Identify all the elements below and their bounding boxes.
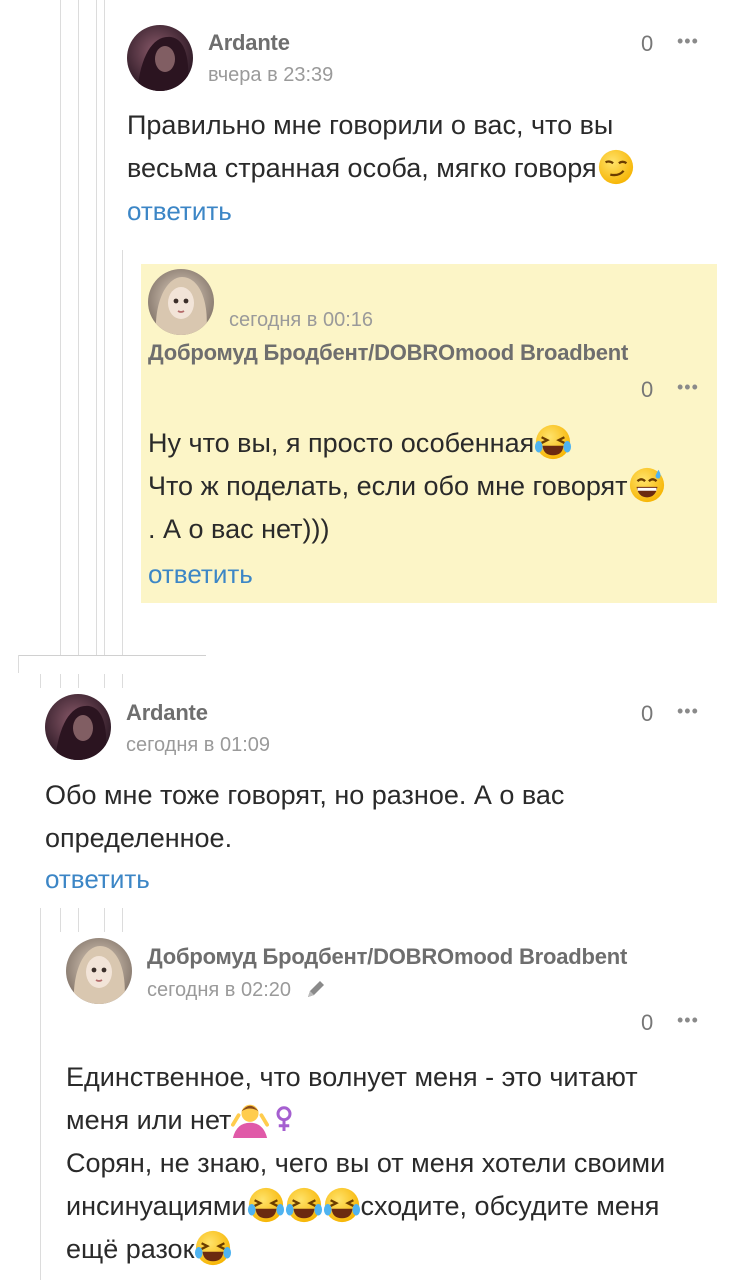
- laughing-tears-emoji-icon: [535, 424, 572, 460]
- thread-line: [96, 0, 97, 655]
- more-options-icon[interactable]: •••: [677, 377, 699, 398]
- comment-text: Ну что вы, я просто особенная Что ж поде…: [148, 422, 666, 551]
- comment-author[interactable]: Ardante: [208, 30, 290, 56]
- comment-text: Обо мне тоже говорят, но разное. А о вас…: [45, 774, 564, 860]
- thread-line: [60, 674, 61, 688]
- comment-rating: 0: [641, 377, 654, 402]
- thread-line: [60, 0, 61, 655]
- avatar-dark-hair-icon: [127, 25, 193, 91]
- comment-time[interactable]: сегодня в 00:16: [229, 309, 373, 332]
- pencil-icon[interactable]: [305, 978, 327, 1000]
- thread-line: [78, 0, 79, 655]
- avatar[interactable]: [45, 694, 111, 760]
- thread-line: [60, 908, 61, 932]
- thread-line: [122, 674, 123, 688]
- avatar[interactable]: [66, 938, 132, 1004]
- comment-author[interactable]: Ardante: [126, 700, 208, 726]
- comment-text-line: Ну что вы, я просто особенная: [148, 422, 666, 465]
- avatar-doll-icon: [66, 938, 132, 1004]
- reply-link[interactable]: ответить: [148, 559, 253, 590]
- shrug-emoji-icon: [231, 1104, 270, 1138]
- comment-time[interactable]: вчера в 23:39: [208, 64, 333, 87]
- avatar-dark-hair-icon: [45, 694, 111, 760]
- comment-text-line: определенное.: [45, 823, 233, 853]
- thread-line: [18, 655, 19, 673]
- laughing-tears-emoji-icon: [323, 1187, 360, 1223]
- comment-rating: 0: [641, 1010, 654, 1035]
- comment-author[interactable]: Добромуд Бродбент/DOBROmood Broadbent: [147, 944, 627, 970]
- comment-text-line: ещё разок: [66, 1228, 665, 1271]
- comment-text-line: . А о вас нет))): [148, 514, 330, 544]
- sweat-smile-emoji-icon: [629, 467, 664, 503]
- comment-time[interactable]: сегодня в 01:09: [126, 734, 270, 757]
- thread-branch: [18, 655, 206, 656]
- more-options-icon[interactable]: •••: [677, 1010, 699, 1031]
- avatar[interactable]: [127, 25, 193, 91]
- comment-author[interactable]: Добромуд Бродбент/DOBROmood Broadbent: [148, 340, 628, 366]
- comment-text-line: Что ж поделать, если обо мне говорят: [148, 465, 666, 508]
- laughing-tears-emoji-icon: [195, 1230, 232, 1266]
- comment-rating: 0: [641, 701, 654, 726]
- thread-line: [122, 908, 123, 932]
- more-options-icon[interactable]: •••: [677, 31, 699, 52]
- comment-text-line: Единственное, что волнует меня - это чит…: [66, 1062, 638, 1092]
- thread-line: [104, 0, 105, 655]
- smirk-emoji-icon: [598, 149, 633, 185]
- comment-text-line: Обо мне тоже говорят, но разное. А о вас: [45, 780, 565, 810]
- laughing-tears-emoji-icon: [285, 1187, 322, 1223]
- more-options-icon[interactable]: •••: [677, 701, 699, 722]
- thread-line: [104, 908, 105, 932]
- comment-time[interactable]: сегодня в 02:20: [147, 978, 327, 1002]
- comment-text-line: инсинуациями сходите, обсудите меня: [66, 1185, 665, 1228]
- comment-text-line: Сорян, не знаю, чего вы от меня хотели с…: [66, 1148, 666, 1178]
- thread-line: [78, 908, 79, 932]
- comment-text: Единственное, что волнует меня - это чит…: [66, 1056, 665, 1271]
- female-sign-icon: [276, 1106, 292, 1131]
- thread-line: [122, 250, 123, 655]
- thread-line: [104, 674, 105, 688]
- comment-rating: 0: [641, 31, 654, 56]
- thread-line: [78, 674, 79, 688]
- avatar[interactable]: [148, 269, 214, 335]
- comment-text-line: Правильно мне говорили о вас, что вы: [127, 110, 614, 140]
- reply-link[interactable]: ответить: [127, 196, 232, 227]
- laughing-tears-emoji-icon: [247, 1187, 284, 1223]
- reply-link[interactable]: ответить: [45, 864, 150, 895]
- comment-text-line: весьма странная особа, мягко говоря: [127, 147, 635, 190]
- avatar-doll-icon: [148, 269, 214, 335]
- thread-line: [40, 674, 41, 688]
- thread-line: [40, 908, 41, 1280]
- comment-text: Правильно мне говорили о вас, что вы вес…: [127, 104, 635, 190]
- comment-text-line: меня или нет: [66, 1099, 665, 1142]
